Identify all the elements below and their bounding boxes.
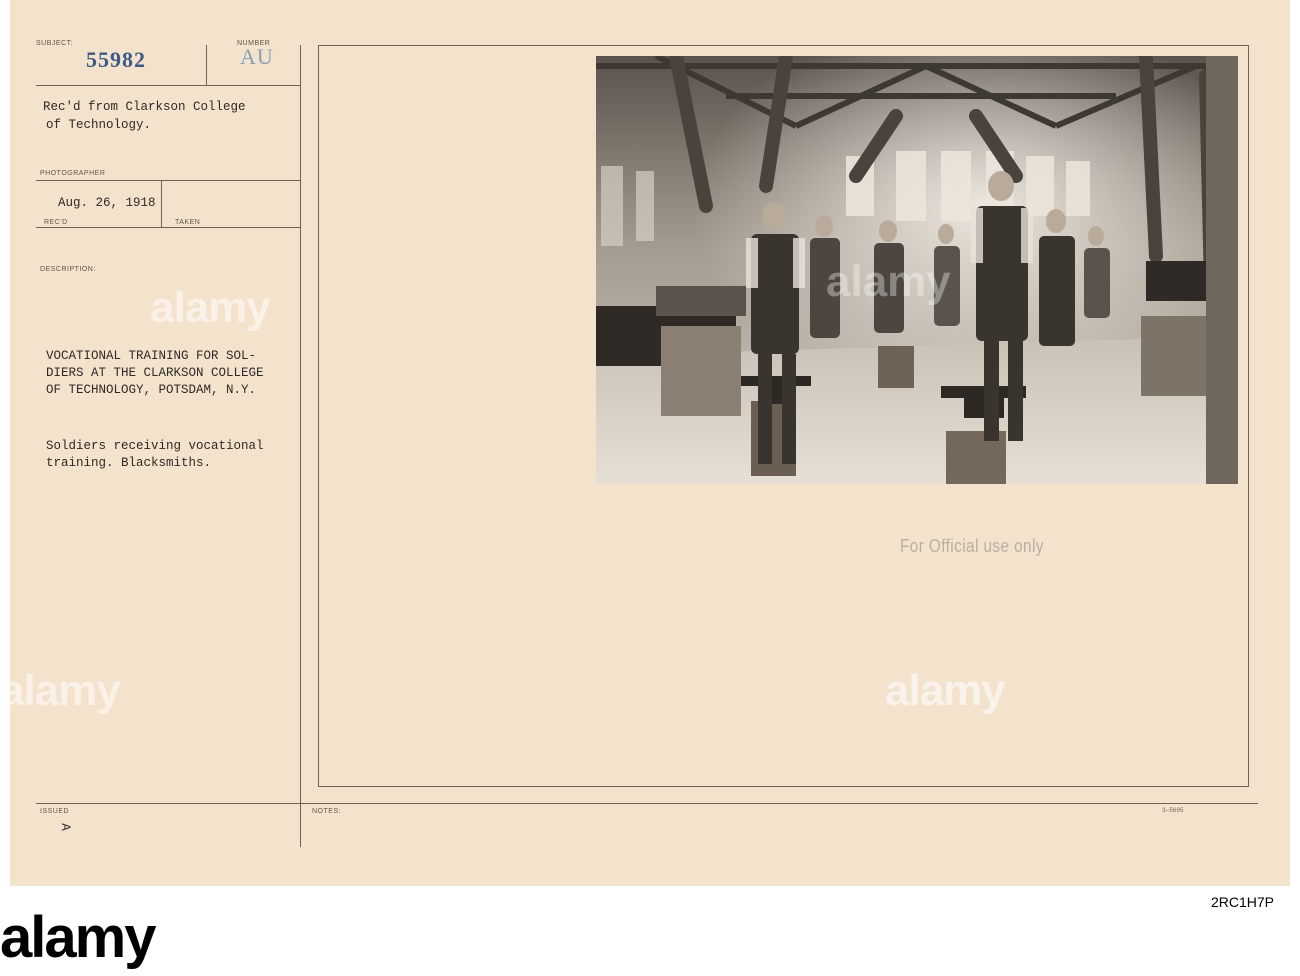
- photo-watermark: alamy: [826, 257, 951, 306]
- subject-number: 55982: [86, 47, 146, 72]
- recd-label: REC'D: [44, 219, 68, 226]
- received-from-line-2: of Technology.: [46, 118, 152, 132]
- subject-label: SUBJECT:: [36, 40, 74, 47]
- description-title-line-2: DIERS AT THE CLARKSON COLLEGE: [46, 366, 264, 380]
- blacksmith-photograph: alamy: [596, 56, 1238, 484]
- taken-label: TAKEN: [175, 219, 201, 226]
- description-label: DESCRIPTION:: [40, 266, 96, 273]
- description-title-line-3: OF TECHNOLOGY, POTSDAM, N.Y.: [46, 383, 257, 397]
- description-title-line-1: VOCATIONAL TRAINING FOR SOL-: [46, 349, 257, 363]
- description-body-line-1: Soldiers receiving vocational: [46, 439, 264, 453]
- rule-horizontal-under-subject: [36, 85, 301, 86]
- received-from-line-1: Rec'd from Clarkson College: [43, 100, 246, 114]
- watermark-center-bottom: alamy: [885, 666, 1006, 715]
- issued-label: ISSUED: [40, 808, 70, 815]
- footer-strip: alamy 2RC1H7P: [0, 886, 1300, 976]
- form-code: 3—5605: [1162, 807, 1184, 814]
- rule-horizontal-bottom: [36, 803, 1258, 804]
- alamy-logo: alamy: [0, 905, 156, 970]
- issued-mark: A: [57, 823, 72, 831]
- photographer-label: PHOTOGRAPHER: [40, 170, 106, 177]
- watermark-left-bottom: alamy: [0, 666, 121, 715]
- notes-label: NOTES:: [312, 808, 342, 815]
- recd-date: Aug. 26, 1918: [58, 196, 156, 210]
- number-code: AU: [240, 44, 274, 69]
- rule-vertical-recd-taken: [161, 180, 162, 227]
- rule-horizontal-photographer: [36, 180, 301, 181]
- rule-horizontal-under-dates: [36, 227, 301, 228]
- rule-vertical-left-column: [300, 45, 301, 847]
- rule-vertical-subject-number: [206, 45, 207, 85]
- watermark-left-top: alamy: [150, 283, 271, 332]
- description-body-line-2: training. Blacksmiths.: [46, 456, 212, 470]
- photograph-illustration: alamy: [596, 56, 1238, 484]
- image-id: 2RC1H7P: [1210, 894, 1274, 910]
